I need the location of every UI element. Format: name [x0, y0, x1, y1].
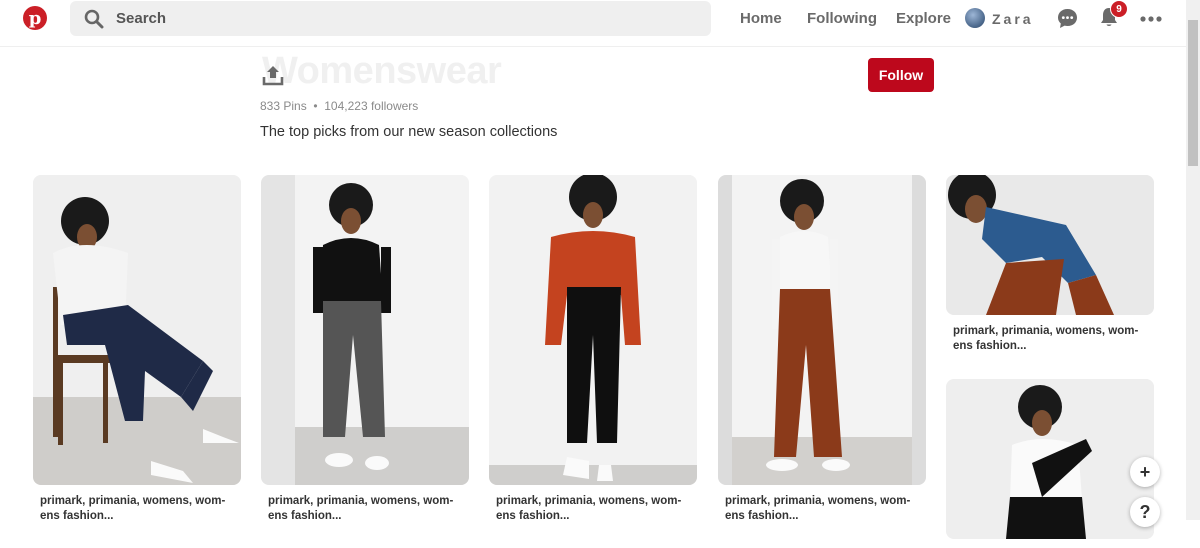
more-options-icon[interactable] — [1140, 16, 1162, 22]
search-bar[interactable] — [70, 1, 711, 36]
notification-count-badge: 9 — [1110, 0, 1128, 18]
pinterest-logo-icon[interactable]: p — [23, 6, 47, 30]
board-stats: 833 Pins • 104,223 followers — [260, 99, 419, 113]
chat-bubble-icon[interactable] — [1057, 8, 1078, 29]
top-navigation-bar: p Home Following Explore Zara 9 — [0, 0, 1186, 47]
pin-image[interactable] — [718, 175, 926, 485]
board-description: The top picks from our new season collec… — [260, 124, 558, 140]
nav-home-link[interactable]: Home — [740, 10, 782, 27]
pin-card[interactable] — [946, 379, 1154, 548]
search-icon — [84, 9, 104, 29]
pin-image[interactable] — [946, 175, 1154, 315]
user-avatar[interactable] — [965, 8, 985, 28]
help-button[interactable]: ? — [1130, 497, 1160, 527]
add-pin-button[interactable]: + — [1130, 457, 1160, 487]
username-link[interactable]: Zara — [992, 11, 1034, 27]
page-scrollbar[interactable] — [1186, 0, 1200, 520]
pin-card[interactable]: primark, primania, womens, wom-ens fashi… — [946, 175, 1154, 354]
pin-caption: primark, primania, womens, wom-ens fashi… — [953, 325, 1139, 352]
pin-image[interactable] — [489, 175, 697, 485]
pin-card[interactable]: primark, primania, womens, wom-ens fashi… — [489, 175, 697, 524]
nav-following-link[interactable]: Following — [807, 10, 877, 27]
logo-letter: p — [28, 7, 42, 29]
pin-card[interactable]: primark, primania, womens, wom-ens fashi… — [718, 175, 926, 524]
search-input[interactable] — [116, 1, 676, 36]
nav-explore-link[interactable]: Explore — [896, 10, 951, 27]
pin-image[interactable] — [33, 175, 241, 485]
pin-image[interactable] — [261, 175, 469, 485]
pin-image[interactable] — [946, 379, 1154, 539]
pin-card[interactable]: primark, primania, womens, wom-ens fashi… — [261, 175, 469, 524]
pin-card[interactable]: primark, primania, womens, wom-ens fashi… — [33, 175, 241, 524]
board-title: Womenswear — [262, 50, 502, 92]
share-upload-icon[interactable] — [262, 64, 284, 86]
follow-button[interactable]: Follow — [868, 58, 934, 92]
scrollbar-thumb[interactable] — [1188, 20, 1198, 166]
